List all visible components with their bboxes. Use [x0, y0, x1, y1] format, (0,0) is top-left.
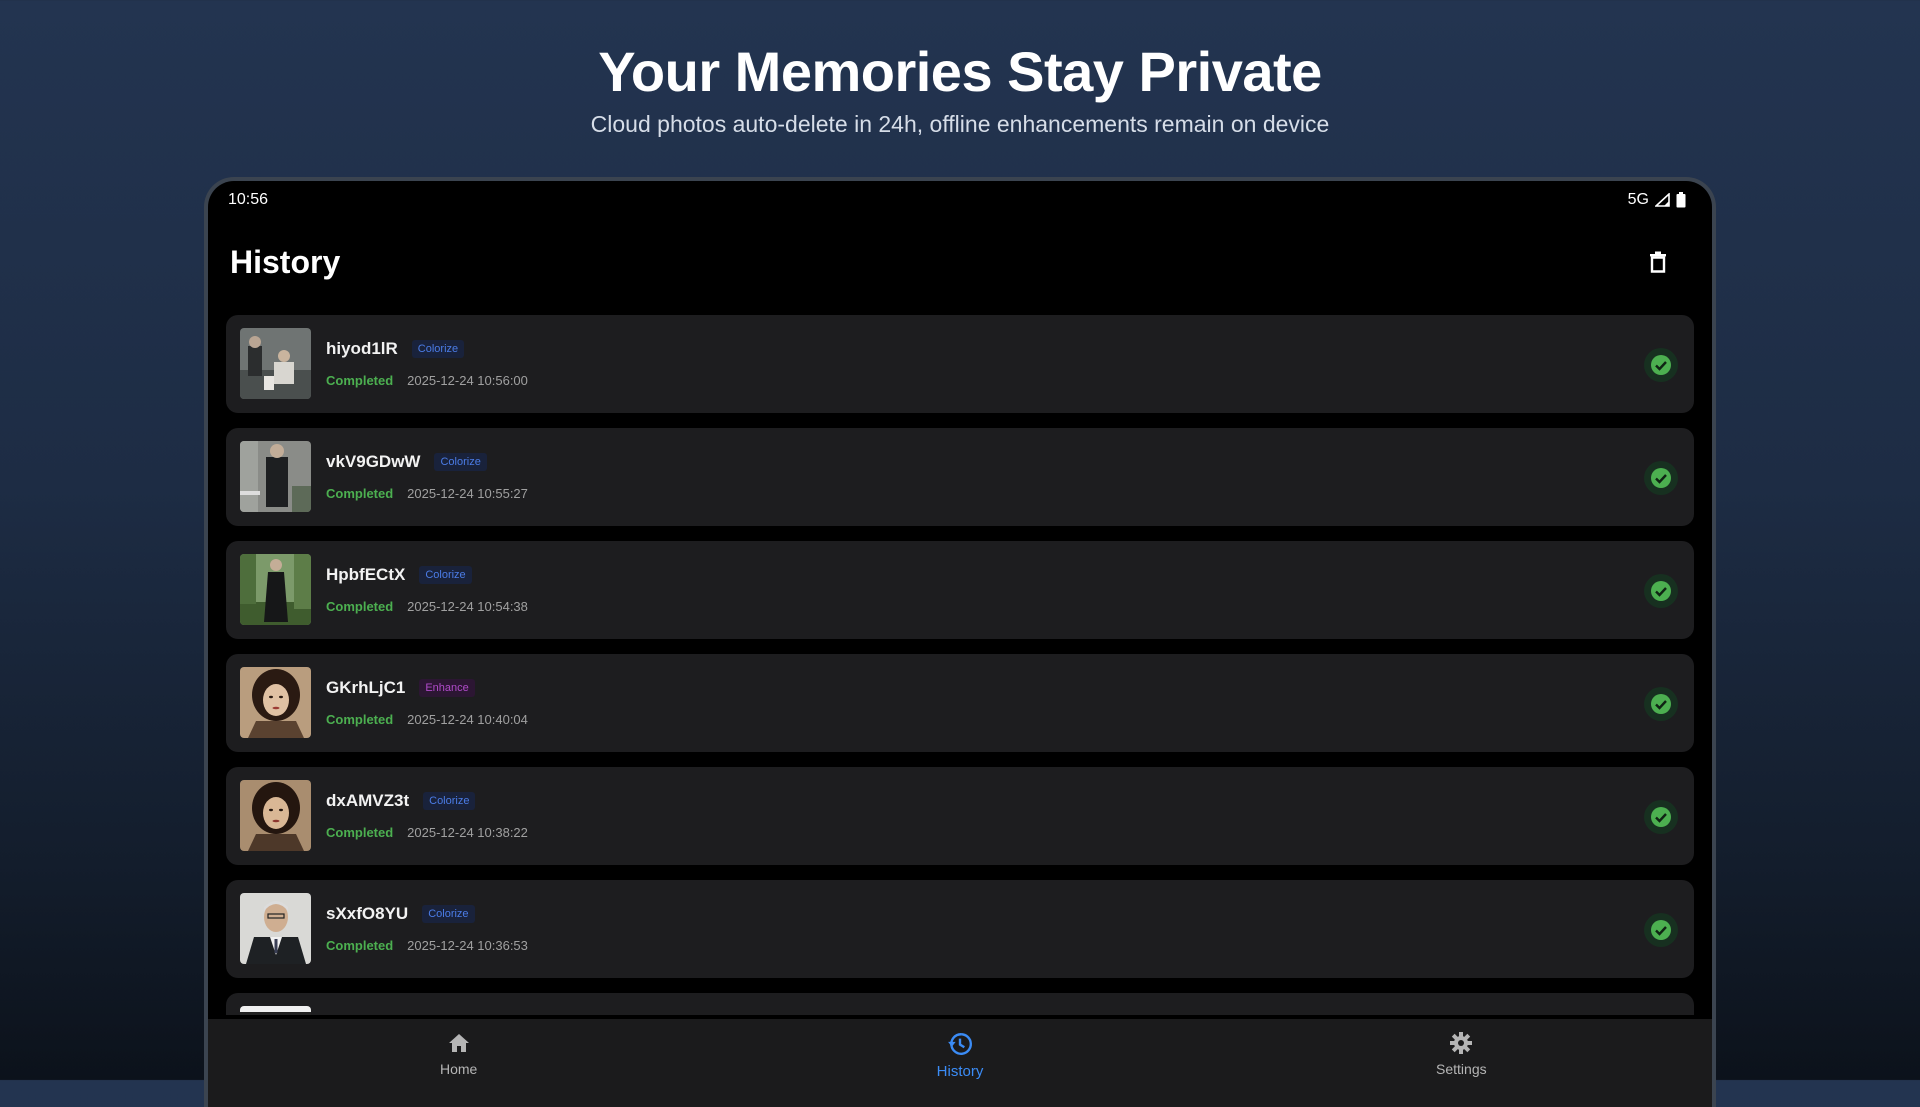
status-indicators: 5G: [1628, 191, 1686, 209]
photo-thumbnail: [240, 1006, 311, 1015]
type-badge: Enhance: [419, 679, 475, 697]
nav-history-label: History: [936, 1063, 984, 1080]
item-name: GKrhLjC1: [326, 678, 406, 697]
completed-check-icon: [1644, 574, 1678, 608]
delete-all-button[interactable]: [1638, 242, 1678, 282]
status-time: 10:56: [228, 191, 269, 208]
timestamp: 2025-12-24 10:56:00: [407, 373, 528, 388]
completed-check-icon: [1644, 461, 1678, 495]
item-title-row: dxAMVZ3t Colorize: [326, 791, 476, 811]
history-item[interactable]: dxAMVZ3t Colorize Completed 2025-12-24 1…: [226, 767, 1694, 865]
app-header: History: [230, 237, 1678, 287]
item-meta: Completed 2025-12-24 10:36:53: [326, 938, 528, 953]
item-title-row: vkV9GDwW Colorize: [326, 452, 487, 472]
status-label: Completed: [326, 486, 394, 501]
trash-icon: [1650, 251, 1666, 273]
timestamp: 2025-12-24 10:38:22: [407, 825, 528, 840]
page-title: History: [230, 243, 341, 280]
timestamp: 2025-12-24 10:54:38: [407, 599, 528, 614]
timestamp: 2025-12-24 10:36:53: [407, 938, 528, 953]
item-meta: Completed 2025-12-24 10:55:27: [326, 486, 528, 501]
promo-subline: Cloud photos auto-delete in 24h, offline…: [590, 111, 1330, 137]
history-item-partial[interactable]: [226, 993, 1694, 1015]
completed-check-icon: [1644, 687, 1678, 721]
status-label: Completed: [326, 825, 394, 840]
history-item[interactable]: vkV9GDwW Colorize Completed 2025-12-24 1…: [226, 428, 1694, 526]
photo-thumbnail: [240, 780, 311, 851]
item-title-row: GKrhLjC1 Enhance: [326, 678, 475, 698]
completed-check-icon: [1644, 913, 1678, 947]
nav-home-label: Home: [439, 1061, 478, 1077]
photo-thumbnail: [240, 893, 311, 964]
history-item[interactable]: sXxfO8YU Colorize Completed 2025-12-24 1…: [226, 880, 1694, 978]
item-title-row: HpbfECtX Colorize: [326, 565, 472, 585]
nav-settings[interactable]: Settings: [1211, 1019, 1712, 1107]
history-list: hiyod1lR Colorize Completed 2025-12-24 1…: [226, 315, 1694, 1015]
network-label: 5G: [1627, 191, 1649, 208]
photo-thumbnail: [240, 554, 311, 625]
item-meta: Completed 2025-12-24 10:40:04: [326, 712, 528, 727]
promo-headline: Your Memories Stay Private: [598, 40, 1322, 103]
item-name: dxAMVZ3t: [326, 791, 410, 810]
item-title-row: sXxfO8YU Colorize: [326, 904, 475, 924]
status-label: Completed: [326, 599, 394, 614]
type-badge: Colorize: [411, 340, 465, 358]
item-name: hiyod1lR: [326, 339, 398, 358]
photo-thumbnail: [240, 667, 311, 738]
signal-icon: [1655, 193, 1670, 207]
type-badge: Colorize: [422, 905, 475, 923]
type-badge: Colorize: [434, 453, 487, 471]
battery-icon: [1676, 192, 1686, 208]
bottom-nav: Home History Settings: [208, 1019, 1712, 1107]
nav-settings-label: Settings: [1436, 1061, 1487, 1077]
item-name: vkV9GDwW: [326, 452, 421, 471]
completed-check-icon: [1644, 800, 1678, 834]
item-meta: Completed 2025-12-24 10:38:22: [326, 825, 528, 840]
photo-thumbnail: [240, 441, 311, 512]
status-bar: 10:56 5G: [228, 189, 1686, 211]
status-label: Completed: [326, 712, 394, 727]
type-badge: Colorize: [423, 792, 476, 810]
device-frame: 10:56 5G History hiyod1lR Colorize Compl…: [204, 177, 1716, 1107]
nav-history[interactable]: History: [709, 1019, 1210, 1107]
item-meta: Completed 2025-12-24 10:56:00: [326, 373, 528, 388]
status-label: Completed: [326, 373, 394, 388]
timestamp: 2025-12-24 10:40:04: [407, 712, 528, 727]
gear-icon: [1450, 1032, 1473, 1054]
status-label: Completed: [326, 938, 394, 953]
history-item[interactable]: HpbfECtX Colorize Completed 2025-12-24 1…: [226, 541, 1694, 639]
item-name: HpbfECtX: [326, 565, 406, 584]
history-item[interactable]: hiyod1lR Colorize Completed 2025-12-24 1…: [226, 315, 1694, 413]
timestamp: 2025-12-24 10:55:27: [407, 486, 528, 501]
history-item[interactable]: GKrhLjC1 Enhance Completed 2025-12-24 10…: [226, 654, 1694, 752]
nav-home[interactable]: Home: [208, 1019, 709, 1107]
item-meta: Completed 2025-12-24 10:54:38: [326, 599, 528, 614]
item-title-row: hiyod1lR Colorize: [326, 339, 465, 359]
type-badge: Colorize: [419, 566, 472, 584]
history-icon: [948, 1033, 972, 1055]
photo-thumbnail: [240, 328, 311, 399]
item-name: sXxfO8YU: [326, 904, 409, 923]
home-icon: [448, 1034, 469, 1052]
completed-check-icon: [1644, 348, 1678, 382]
